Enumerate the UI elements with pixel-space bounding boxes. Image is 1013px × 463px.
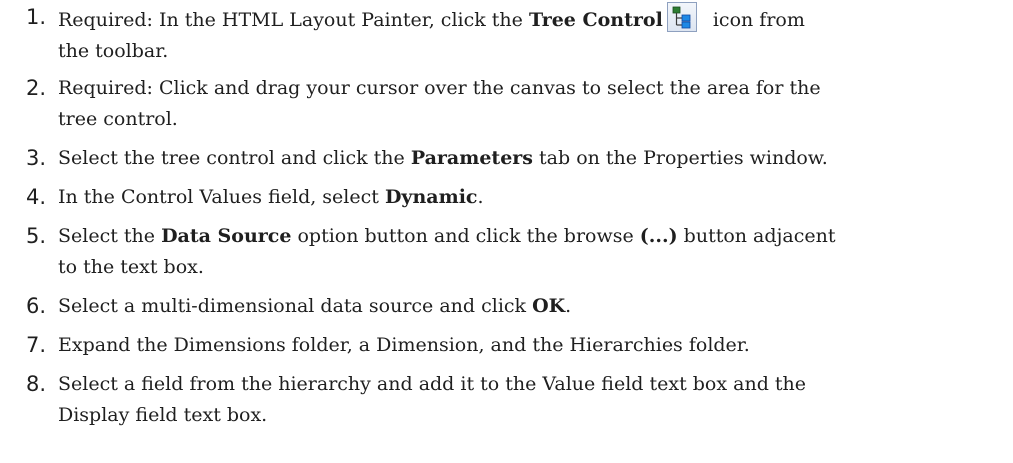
step-text: Select the Data Source option button and… [58, 221, 1008, 283]
ui-term: Parameters [410, 147, 533, 169]
step-number: 6. [25, 294, 46, 318]
ui-term: (...) [639, 225, 678, 247]
step-text-part: Display field text box. [58, 404, 268, 426]
step-text-part: icon from [706, 9, 805, 31]
step-text-part: . [477, 186, 484, 208]
step-text-part: Select a multi-dimensional data source a… [58, 295, 533, 317]
step-text: Expand the Dimensions folder, a Dimensio… [58, 330, 1008, 361]
tree-control-icon [666, 2, 697, 32]
step-number: 8. [25, 372, 46, 396]
step-number: 3. [25, 146, 46, 170]
ui-term: Dynamic [384, 186, 478, 208]
step-text: In the Control Values field, select Dyna… [58, 182, 1008, 213]
step-text: Select the tree control and click the Pa… [58, 143, 1008, 174]
step-number: 5. [25, 224, 46, 248]
step-text-part: Select the [58, 225, 162, 247]
ui-term: Tree Control [528, 9, 663, 31]
step-text-part: In the Control Values field, select [58, 186, 385, 208]
step-number: 4. [25, 185, 46, 209]
step-number: 7. [25, 333, 46, 357]
step-text-part: tab on the Properties window. [533, 147, 828, 169]
step-text-part: tree control. [58, 108, 178, 130]
step-text-part: Expand the Dimensions folder, a Dimensio… [58, 334, 750, 356]
step-text-part: Select a field from the hierarchy and ad… [58, 373, 807, 395]
step-text: Select a multi-dimensional data source a… [58, 291, 1008, 322]
ui-term: OK [532, 295, 566, 317]
step-number: 1. [25, 5, 46, 29]
step-text: Required: Click and drag your cursor ove… [58, 73, 1008, 135]
step-text-part: the toolbar. [58, 40, 169, 62]
step-text-part: option button and click the browse [291, 225, 640, 247]
step-text-part: . [565, 295, 572, 317]
ui-term: Data Source [161, 225, 292, 247]
step-text-part: Required: In the HTML Layout Painter, cl… [58, 9, 529, 31]
step-text: Select a field from the hierarchy and ad… [58, 369, 1008, 431]
step-number: 2. [25, 76, 46, 100]
step-text: Required: In the HTML Layout Painter, cl… [58, 2, 1008, 67]
step-text-part: button adjacent [677, 225, 836, 247]
step-text-part: to the text box. [58, 256, 204, 278]
step-text-part: Required: Click and drag your cursor ove… [58, 77, 821, 99]
step-text-part: Select the tree control and click the [58, 147, 411, 169]
